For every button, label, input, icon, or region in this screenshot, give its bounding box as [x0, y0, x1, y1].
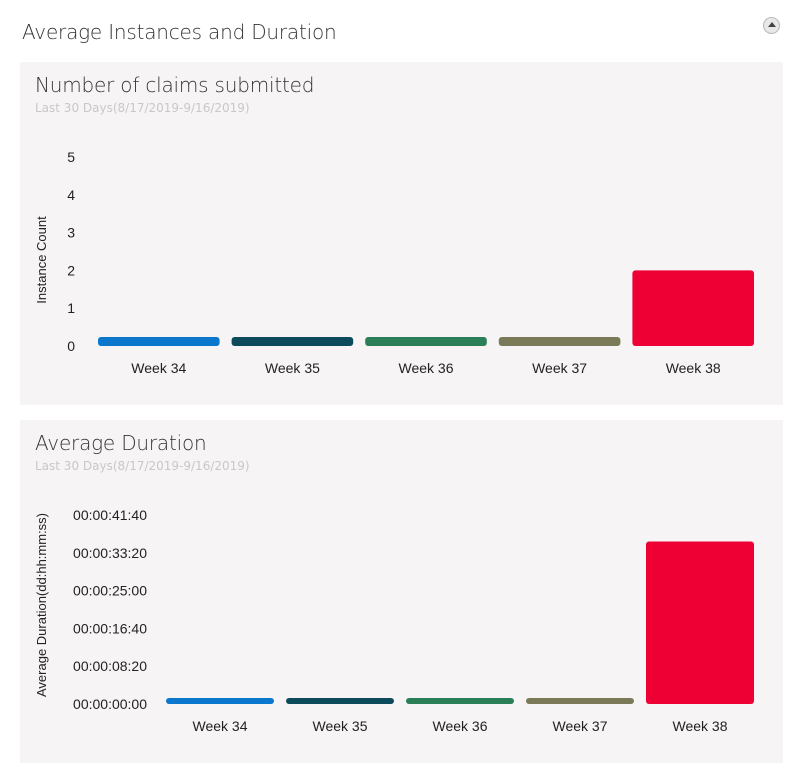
claims-y-tick-label: 1 — [67, 300, 75, 316]
duration-y-tick-label: 00:00:41:40 — [73, 507, 147, 523]
claims-y-tick-label: 3 — [67, 225, 75, 241]
claims-x-tick-label: Week 35 — [265, 360, 320, 376]
duration-bar-week-36[interactable] — [406, 698, 514, 704]
duration-chart-panel: Average Duration Last 30 Days(8/17/2019-… — [20, 420, 783, 763]
claims-bar-week-36[interactable] — [365, 337, 487, 346]
duration-bar-week-34[interactable] — [166, 698, 274, 704]
duration-x-tick-label: Week 38 — [673, 718, 728, 734]
claims-x-tick-label: Week 34 — [131, 360, 186, 376]
claims-bar-week-38[interactable] — [632, 270, 754, 346]
claims-y-tick-label: 2 — [67, 262, 75, 278]
claims-chart-panel: Number of claims submitted Last 30 Days(… — [20, 62, 783, 405]
page-title: Average Instances and Duration — [22, 20, 337, 44]
claims-y-tick-label: 0 — [67, 338, 75, 354]
claims-bar-week-37[interactable] — [498, 337, 621, 346]
duration-bar-week-37[interactable] — [526, 698, 634, 704]
duration-y-tick-label: 00:00:08:20 — [73, 658, 147, 674]
duration-y-tick-label: 00:00:33:20 — [73, 545, 147, 561]
claims-bar-chart: Instance Count 0 1 2 3 4 5 Week 34 Week 35 Week 3… — [34, 149, 754, 376]
claims-x-tick-label: Week 37 — [532, 360, 587, 376]
claims-x-tick-label: Week 38 — [666, 360, 721, 376]
duration-y-axis-title: Average Duration(dd:hh:mm:ss) — [34, 513, 49, 697]
collapse-up-icon[interactable] — [763, 17, 780, 34]
duration-bar-week-35[interactable] — [286, 698, 394, 704]
duration-y-tick-label: 00:00:25:00 — [73, 583, 147, 599]
duration-y-tick-label: 00:00:16:40 — [73, 620, 147, 636]
claims-y-tick-label: 5 — [67, 149, 75, 165]
duration-bar-week-38[interactable] — [646, 541, 754, 704]
duration-bar-chart: Average Duration(dd:hh:mm:ss) 00:00:00:00… — [34, 507, 754, 734]
claims-bar-week-35[interactable] — [231, 337, 354, 346]
duration-y-tick-label: 00:00:00:00 — [73, 696, 147, 712]
duration-x-tick-label: Week 35 — [313, 718, 368, 734]
duration-x-tick-label: Week 36 — [433, 718, 488, 734]
claims-x-tick-label: Week 36 — [399, 360, 454, 376]
duration-x-tick-label: Week 34 — [193, 718, 248, 734]
duration-x-tick-label: Week 37 — [553, 718, 608, 734]
claims-y-tick-label: 4 — [67, 187, 75, 203]
claims-bar-week-34[interactable] — [98, 337, 220, 346]
claims-y-axis-title: Instance Count — [34, 216, 49, 304]
